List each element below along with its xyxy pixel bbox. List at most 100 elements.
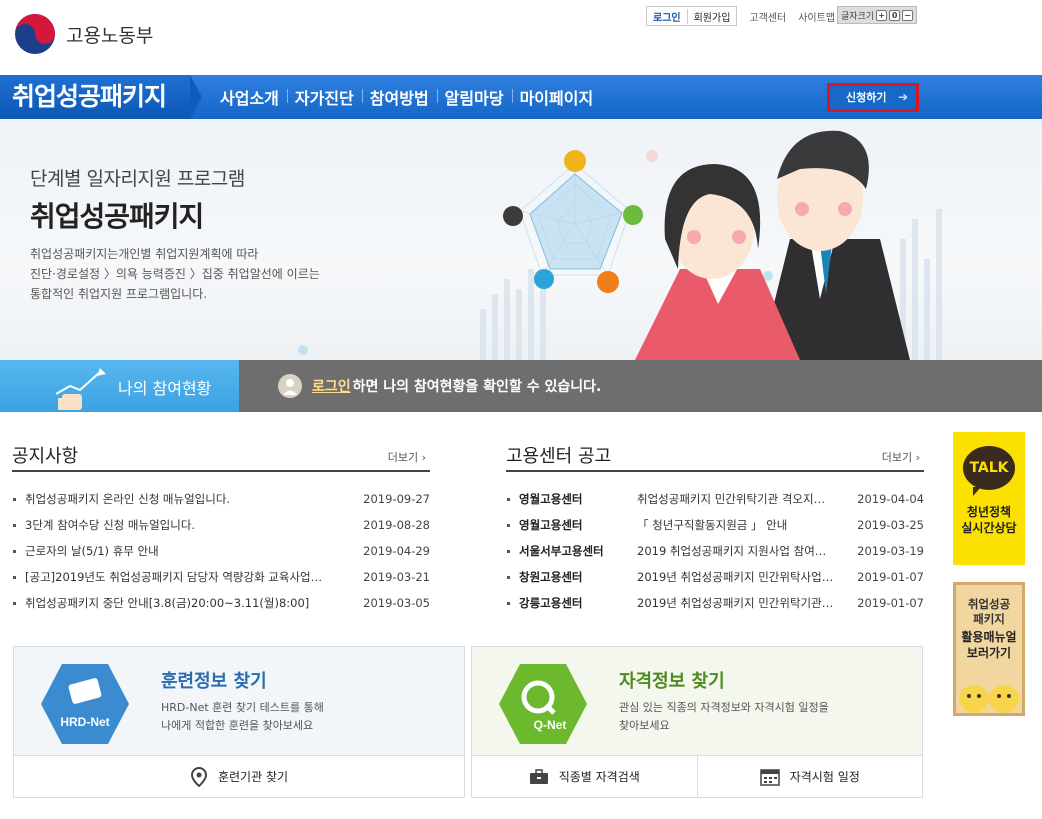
manual-banner-line: 패키지 — [973, 612, 1005, 626]
notice-board-header: 공지사항 더보기 — [12, 440, 430, 472]
center-more-link[interactable]: 더보기 — [882, 449, 920, 465]
center-name: 서울서부고용센터 — [519, 544, 604, 558]
center-name: 강릉고용센터 — [519, 596, 583, 610]
notice-title[interactable]: 취업성공패키지 온라인 신청 매뉴얼입니다. — [25, 491, 358, 507]
hero-description: 취업성공패키지는개인별 취업지원계획에 따라 진단·경로설정 〉의욕 능력증진 … — [30, 244, 320, 304]
list-item[interactable]: 강릉고용센터 2019년 취업성공패키지 민간위탁기관… 2019-01-07 — [506, 590, 924, 616]
map-pin-icon — [190, 766, 207, 787]
hero-desc-line: 통합적인 취업지원 프로그램입니다. — [30, 287, 208, 301]
notice-date: 2019-08-28 — [363, 518, 430, 532]
participation-tab[interactable]: 나의 참여현황 — [0, 360, 239, 412]
notice-board-title: 공지사항 — [12, 446, 79, 467]
kakao-banner-line: 실시간상담 — [961, 521, 1017, 535]
manual-banner-line: 보러가기 — [966, 646, 1012, 660]
kakao-talk-banner[interactable]: TALK 청년정책 실시간상담 — [953, 432, 1025, 565]
qualification-desc-line: 찾아보세요 — [619, 719, 670, 732]
center-notice-date: 2019-01-07 — [857, 570, 924, 584]
notice-date: 2019-09-27 — [363, 492, 430, 506]
participation-text: 하면 나의 참여현황을 확인할 수 있습니다. — [352, 379, 602, 395]
participation-message: 로그인 하면 나의 참여현황을 확인할 수 있습니다. — [278, 374, 601, 398]
center-notice-title[interactable]: 취업성공패키지 민간위탁기관 격오지… — [637, 491, 852, 507]
hero-desc-line: 진단·경로설정 〉의욕 능력증진 〉집중 취업알선에 이르는 — [30, 267, 320, 281]
list-item[interactable]: 창원고용센터 2019년 취업성공패키지 민간위탁사업… 2019-01-07 — [506, 564, 924, 590]
training-card-title[interactable]: 훈련정보 찾기 — [161, 667, 267, 693]
center-notice-title[interactable]: 2019년 취업성공패키지 민간위탁사업… — [637, 569, 852, 585]
notice-title[interactable]: 근로자의 날(5/1) 휴무 안내 — [25, 543, 358, 559]
hrd-net-logo-icon[interactable]: HRD-Net — [40, 663, 130, 745]
notice-board: 공지사항 더보기 취업성공패키지 온라인 신청 매뉴얼입니다. 2019-09-2… — [12, 440, 430, 616]
nav-brand[interactable]: 취업성공패키지 — [0, 75, 202, 119]
list-item[interactable]: 취업성공패키지 중단 안내[3.8(금)20:00~3.11(월)8:00] 20… — [12, 590, 430, 616]
list-item[interactable]: 서울서부고용센터 2019 취업성공패키지 지원사업 참여… 2019-03-19 — [506, 538, 924, 564]
notice-title[interactable]: 취업성공패키지 중단 안내[3.8(금)20:00~3.11(월)8:00] — [25, 595, 358, 611]
font-decrease-button[interactable]: − — [902, 9, 914, 21]
participation-bar: 나의 참여현황 로그인 하면 나의 참여현황을 확인할 수 있습니다. — [0, 360, 1042, 412]
main-nav: 취업성공패키지 사업소개 자가진단 참여방법 알림마당 마이페이지 신청하기 ➔ — [0, 75, 1042, 119]
training-card-footer: 훈련기관 찾기 — [14, 755, 464, 797]
exam-schedule-label: 자격시험 일정 — [789, 770, 860, 784]
center-notice-board: 고용센터 공고 더보기 영월고용센터 취업성공패키지 민간위탁기관 격오지… 201… — [506, 440, 924, 616]
growth-chart-hand-icon — [55, 368, 106, 410]
list-item[interactable]: 영월고용센터 「 청년구직활동지원금 」 안내 2019-03-25 — [506, 512, 924, 538]
hero-desc-line: 취업성공패키지는개인별 취업지원계획에 따라 — [30, 247, 259, 261]
training-institute-link[interactable]: 훈련기관 찾기 — [14, 756, 464, 797]
font-reset-button[interactable]: 0 — [889, 9, 901, 21]
center-name: 영월고용센터 — [519, 492, 583, 506]
hero-subtitle: 단계별 일자리지원 프로그램 — [30, 168, 245, 190]
hero-title: 취업성공패키지 — [30, 200, 204, 233]
calendar-icon — [759, 768, 780, 786]
center-notice-date: 2019-04-04 — [857, 492, 924, 506]
center-board-title: 고용센터 공고 — [506, 446, 612, 467]
participation-login-link[interactable]: 로그인 — [312, 376, 351, 396]
login-link[interactable]: 로그인 — [647, 8, 688, 24]
center-notice-date: 2019-01-07 — [857, 596, 924, 610]
ministry-logo[interactable]: 고용노동부 — [14, 13, 153, 55]
participation-label: 나의 참여현황 — [118, 379, 212, 398]
notice-more-link[interactable]: 더보기 — [388, 449, 426, 465]
list-item[interactable]: [공고]2019년도 취업성공패키지 담당자 역량강화 교육사업… 2019-03… — [12, 564, 430, 590]
center-notice-title[interactable]: 2019년 취업성공패키지 민간위탁기관… — [637, 595, 852, 611]
font-increase-button[interactable]: + — [876, 9, 888, 21]
customer-center-link[interactable]: 고객센터 — [749, 9, 786, 24]
apply-button[interactable]: 신청하기 ➔ — [827, 83, 919, 112]
arrow-right-icon: ➔ — [897, 90, 908, 104]
manual-banner[interactable]: 취업성공 패키지 활용매뉴얼 보러가기 — [953, 582, 1025, 716]
signup-link[interactable]: 회원가입 — [688, 9, 737, 24]
center-notice-date: 2019-03-25 — [857, 518, 924, 532]
qualification-card-title[interactable]: 자격정보 찾기 — [619, 667, 725, 693]
nav-item-about[interactable]: 사업소개 — [212, 85, 287, 109]
top-header: 고용노동부 로그인 회원가입 고객센터 사이트맵 글자크기 + 0 − — [0, 0, 1042, 75]
list-item[interactable]: 취업성공패키지 온라인 신청 매뉴얼입니다. 2019-09-27 — [12, 486, 430, 512]
list-item[interactable]: 영월고용센터 취업성공패키지 민간위탁기관 격오지… 2019-04-04 — [506, 486, 924, 512]
qualification-desc-line: 관심 있는 직종의 자격정보와 자격시험 일정을 — [619, 701, 829, 714]
nav-item-notices[interactable]: 알림마당 — [436, 85, 512, 109]
training-desc-line: 나에게 적합한 훈련을 찾아보세요 — [161, 719, 314, 732]
nav-item-how-to-join[interactable]: 참여방법 — [361, 85, 437, 109]
sitemap-link[interactable]: 사이트맵 — [798, 9, 835, 24]
list-item[interactable]: 근로자의 날(5/1) 휴무 안내 2019-04-29 — [12, 538, 430, 564]
center-notice-list: 영월고용센터 취업성공패키지 민간위탁기관 격오지… 2019-04-04 영월고용… — [506, 486, 924, 616]
center-board-header: 고용센터 공고 더보기 — [506, 440, 924, 472]
training-institute-label: 훈련기관 찾기 — [217, 770, 289, 784]
list-item[interactable]: 3단계 참여수당 신청 매뉴얼입니다. 2019-08-28 — [12, 512, 430, 538]
kakao-banner-line: 청년정책 — [966, 505, 1012, 519]
center-notice-title[interactable]: 2019 취업성공패키지 지원사업 참여… — [637, 543, 852, 559]
qualification-search-link[interactable]: 직종별 자격검색 — [472, 756, 697, 797]
kakao-talk-icon: TALK — [963, 446, 1015, 496]
notice-list: 취업성공패키지 온라인 신청 매뉴얼입니다. 2019-09-27 3단계 참여수… — [12, 486, 430, 616]
q-net-logo-icon[interactable]: Q-Net — [498, 663, 588, 745]
qualification-card-footer: 직종별 자격검색 자격시험 일정 — [472, 755, 922, 797]
font-size-label: 글자크기 — [841, 11, 875, 22]
taegeuk-logo-icon — [15, 14, 55, 54]
manual-banner-line: 활용매뉴얼 — [961, 630, 1017, 644]
hrd-logo-text: HRD-Net — [60, 715, 109, 729]
notice-title[interactable]: [공고]2019년도 취업성공패키지 담당자 역량강화 교육사업… — [25, 569, 358, 585]
center-notice-title[interactable]: 「 청년구직활동지원금 」 안내 — [637, 517, 852, 533]
exam-schedule-link[interactable]: 자격시험 일정 — [696, 756, 923, 797]
nav-item-self-diagnosis[interactable]: 자가진단 — [286, 85, 362, 109]
center-notice-date: 2019-03-19 — [857, 544, 924, 558]
nav-item-mypage[interactable]: 마이페이지 — [511, 85, 602, 109]
center-name: 창원고용센터 — [519, 570, 583, 584]
notice-title[interactable]: 3단계 참여수당 신청 매뉴얼입니다. — [25, 517, 358, 533]
utility-links: 로그인 회원가입 고객센터 사이트맵 — [646, 6, 835, 26]
